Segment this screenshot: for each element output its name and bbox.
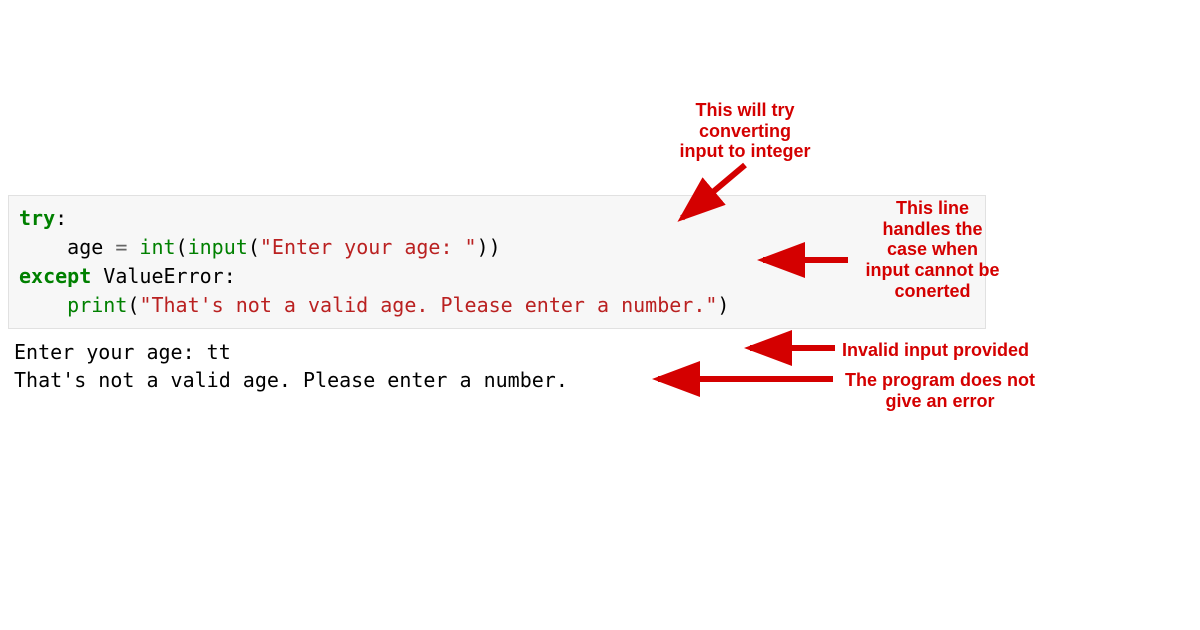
- arrow-icon: [0, 0, 1200, 630]
